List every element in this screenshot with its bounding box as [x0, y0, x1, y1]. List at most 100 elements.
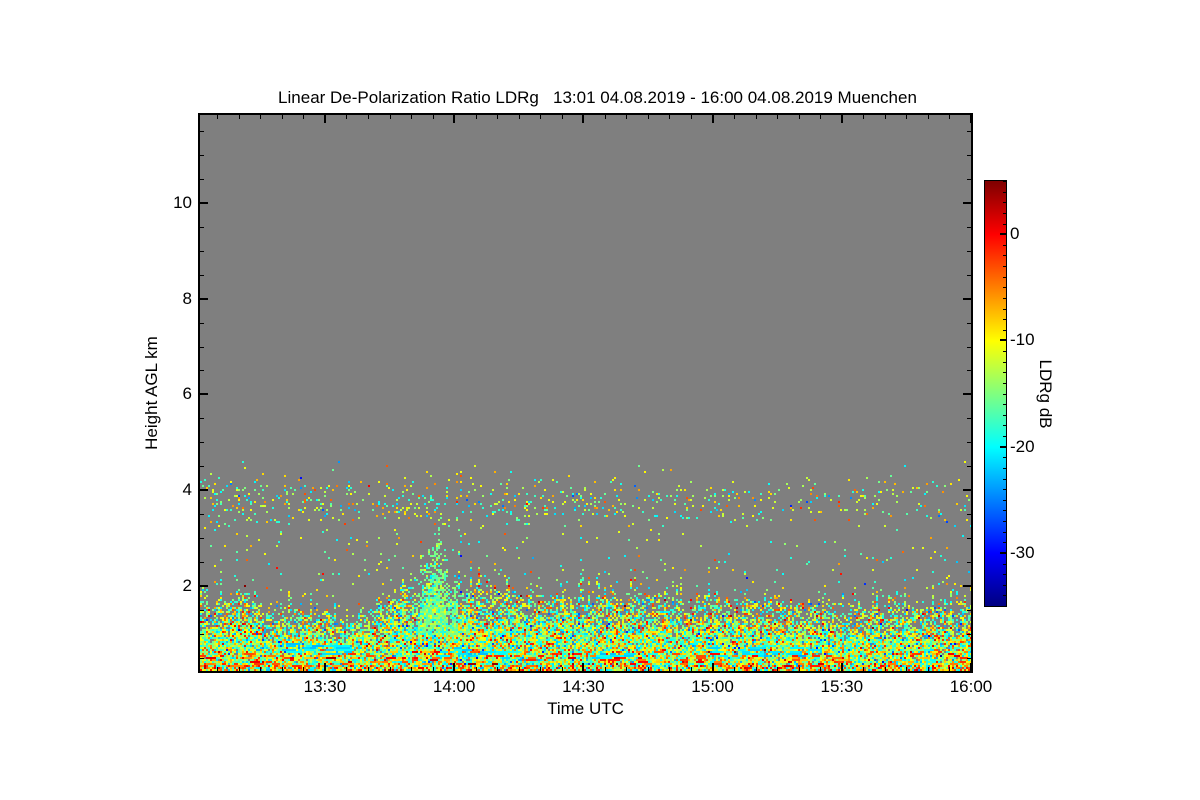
colorbar-minor-tick [1003, 584, 1006, 586]
y-major-tick [963, 585, 971, 588]
colorbar-minor-tick [1003, 351, 1006, 352]
colorbar-major-tick [1000, 445, 1006, 448]
x-minor-tick [411, 667, 413, 671]
y-minor-tick [967, 346, 971, 348]
x-minor-tick [389, 667, 391, 671]
colorbar-minor-tick [1003, 266, 1006, 267]
colorbar-minor-tick [1003, 223, 1006, 225]
y-minor-tick [967, 442, 971, 444]
colorbar-minor-tick [1003, 499, 1006, 501]
figure: Linear De-Polarization Ratio LDRg 13:01 … [0, 0, 1200, 800]
x-minor-tick [238, 115, 240, 119]
colorbar-minor-tick [1003, 244, 1006, 246]
x-minor-tick [604, 115, 606, 119]
x-minor-tick [691, 667, 693, 671]
y-minor-tick [967, 610, 971, 612]
colorbar-minor-tick [1003, 574, 1006, 576]
colorbar-minor-tick [1003, 297, 1006, 299]
x-minor-tick [647, 115, 649, 119]
y-minor-tick [200, 274, 204, 276]
y-minor-tick [200, 442, 204, 444]
y-minor-tick [967, 322, 971, 324]
x-major-tick [970, 115, 972, 123]
x-tick-label: 14:00 [432, 677, 476, 696]
y-minor-tick [200, 538, 204, 540]
x-minor-tick [777, 667, 779, 671]
y-minor-tick [200, 130, 204, 132]
y-minor-tick [200, 634, 204, 636]
colorbar-minor-tick [1003, 361, 1006, 363]
colorbar-tick-label: 0 [1010, 224, 1020, 244]
y-major-tick [963, 297, 971, 300]
x-minor-tick [238, 667, 240, 671]
x-minor-tick [260, 667, 262, 671]
x-minor-tick [798, 115, 800, 119]
y-major-tick [200, 489, 208, 492]
colorbar-minor-tick [1003, 276, 1006, 278]
y-minor-tick [967, 178, 971, 180]
y-minor-tick [967, 466, 971, 468]
y-tick-label: 4 [182, 480, 192, 500]
colorbar-minor-tick [1003, 478, 1006, 480]
x-major-tick [840, 663, 843, 671]
x-minor-tick [561, 667, 563, 671]
x-minor-tick [863, 115, 865, 119]
x-minor-tick [303, 667, 305, 671]
colorbar-minor-tick [1003, 308, 1006, 310]
x-minor-tick [734, 115, 736, 119]
heatmap-canvas [200, 115, 971, 671]
colorbar-title: LDRg dB [1036, 359, 1055, 428]
y-minor-tick [967, 562, 971, 564]
x-minor-tick [475, 667, 477, 671]
x-minor-tick [346, 667, 348, 671]
y-tick-label: 8 [182, 288, 192, 308]
x-minor-tick [540, 667, 542, 671]
x-minor-tick [303, 115, 305, 119]
x-minor-tick [217, 667, 219, 671]
x-minor-tick [906, 667, 908, 671]
y-minor-tick [967, 226, 971, 228]
x-minor-tick [949, 667, 951, 671]
y-minor-tick [200, 562, 204, 564]
x-minor-tick [906, 115, 908, 119]
y-minor-tick [200, 154, 204, 156]
x-minor-tick [820, 115, 822, 119]
colorbar-minor-tick [1003, 457, 1006, 459]
colorbar-minor-tick [1003, 372, 1006, 374]
y-major-tick [963, 393, 971, 396]
y-tick-label: 2 [182, 576, 192, 596]
x-minor-tick [691, 115, 693, 119]
colorbar-tick-label: -10 [1010, 330, 1035, 350]
x-minor-tick [626, 115, 628, 119]
x-minor-tick [734, 667, 736, 671]
x-minor-tick [432, 115, 434, 119]
x-minor-tick [518, 667, 520, 671]
x-major-tick [711, 115, 714, 123]
y-minor-tick [967, 154, 971, 156]
x-minor-tick [949, 115, 951, 119]
y-minor-tick [967, 130, 971, 132]
y-minor-tick [200, 346, 204, 348]
x-tick-label: 15:30 [820, 677, 864, 696]
colorbar-minor-tick [1003, 489, 1006, 491]
colorbar-minor-tick [1003, 521, 1006, 522]
x-major-tick [970, 663, 972, 671]
x-minor-tick [475, 115, 477, 119]
y-minor-tick [200, 466, 204, 468]
x-minor-tick [798, 667, 800, 671]
x-axis-title: Time UTC [547, 699, 624, 718]
colorbar-minor-tick [1003, 212, 1006, 214]
colorbar-minor-tick [1003, 255, 1006, 257]
colorbar-minor-tick [1003, 404, 1006, 406]
colorbar-minor-tick [1003, 563, 1006, 565]
x-minor-tick [626, 667, 628, 671]
x-minor-tick [411, 115, 413, 119]
colorbar-minor-tick [1003, 319, 1006, 321]
colorbar-minor-tick [1003, 425, 1006, 427]
x-minor-tick [669, 667, 671, 671]
y-minor-tick [200, 370, 204, 372]
colorbar-major-tick [1000, 339, 1006, 342]
x-minor-tick [260, 115, 262, 119]
y-minor-tick [967, 418, 971, 420]
y-minor-tick [967, 274, 971, 276]
